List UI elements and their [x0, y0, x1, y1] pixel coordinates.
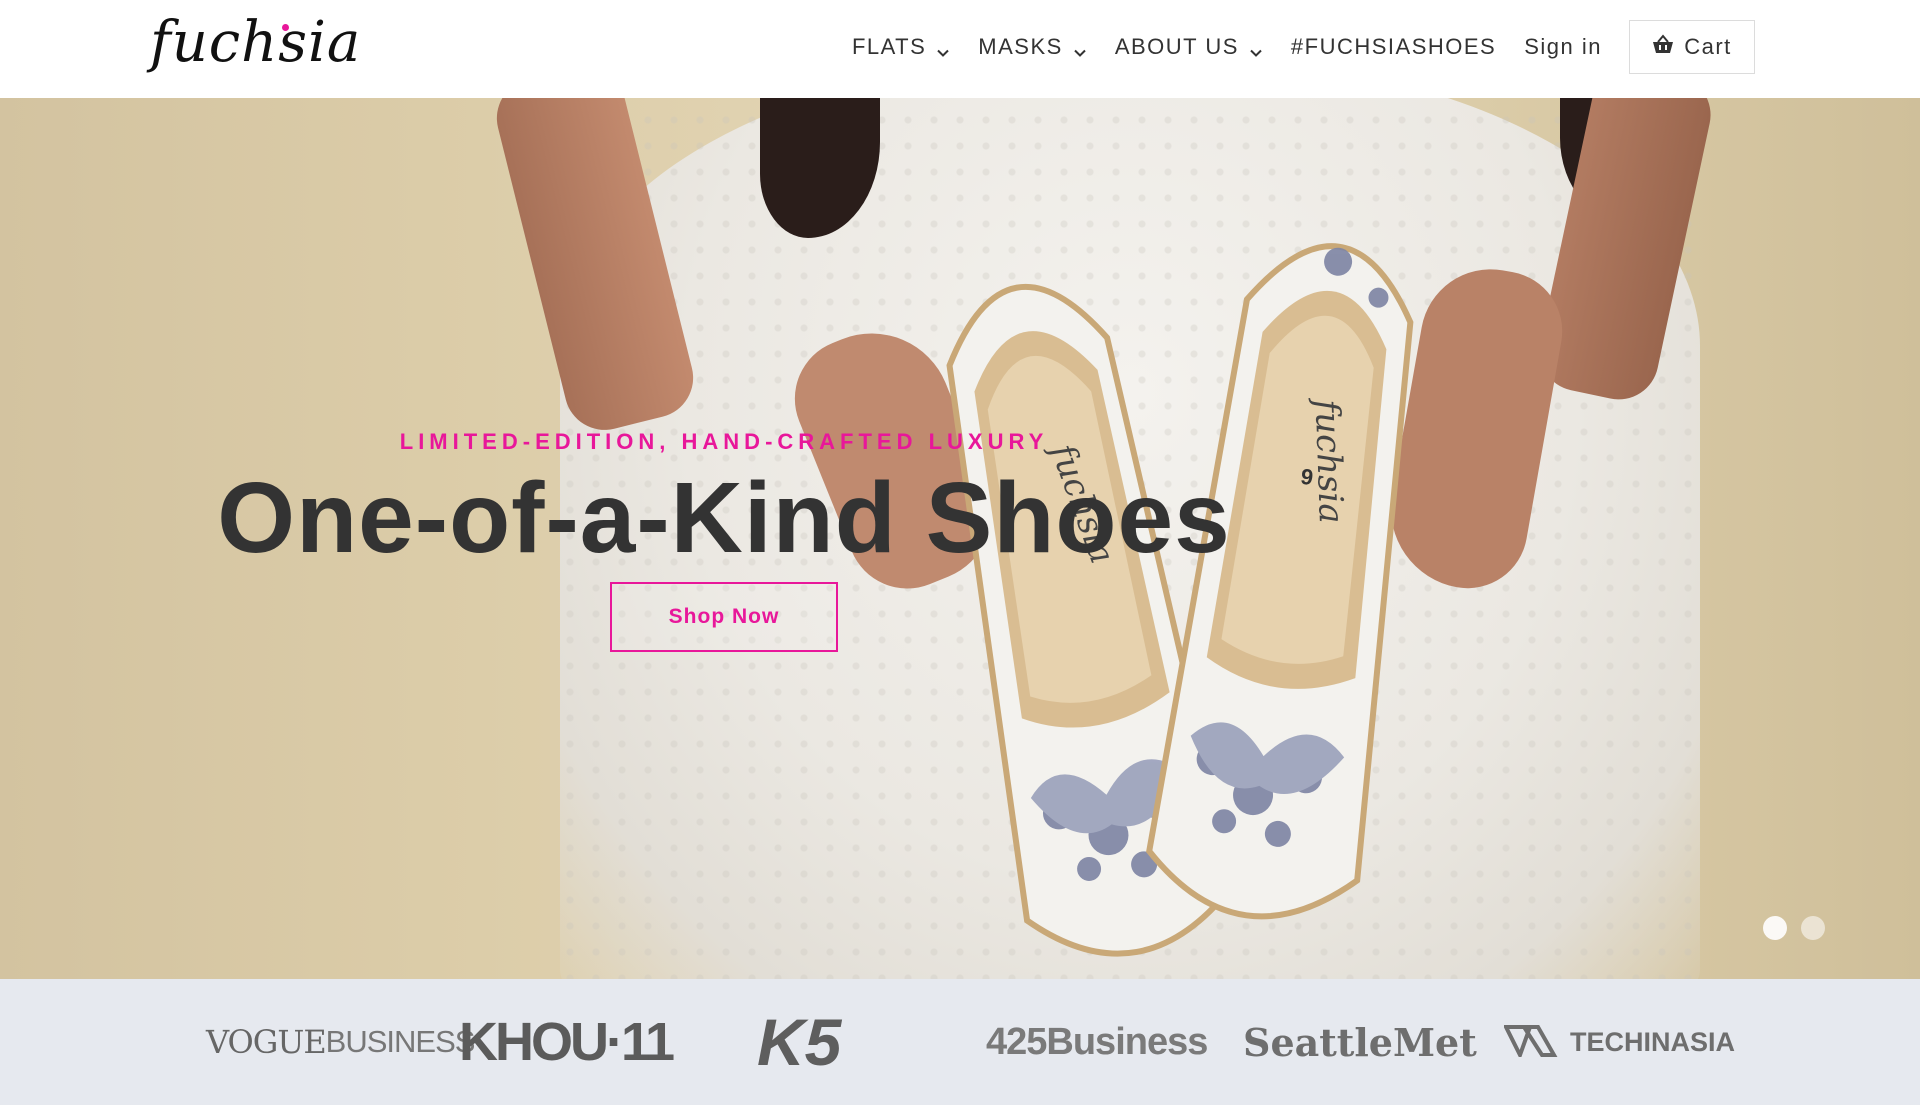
press-logo-name: KHOU: [459, 1012, 609, 1072]
press-logo-suffix: ·11: [606, 1012, 675, 1072]
nav-item-label: FLATS: [851, 34, 927, 59]
main-nav: FLATS MASKS ABOUT US #FUCHSIASHOES Sign …: [824, 0, 1755, 94]
press-logos-bar: VOGUE BUSINESS KHOU ·11 K5 425 Business Sea…: [0, 979, 1920, 1105]
nav-item-fuchsiashoes[interactable]: #FUCHSIASHOES: [1291, 34, 1496, 60]
press-logo-name: VOGUE: [206, 1023, 327, 1061]
nav-item-masks[interactable]: MASKS: [978, 34, 1087, 60]
site-header: fuchsia FLATS MASKS ABOUT US #FUCHSIASHO…: [0, 0, 1920, 98]
nav-item-label: #FUCHSIASHOES: [1290, 34, 1497, 59]
chevron-down-icon: [936, 40, 950, 57]
chevron-down-icon: [1249, 40, 1263, 57]
press-logo-name: TECHINASIA: [1570, 1026, 1736, 1057]
nav-item-label: Sign in: [1524, 34, 1602, 59]
carousel-dot-1[interactable]: [1763, 916, 1787, 940]
tech-in-asia-icon: [1502, 1021, 1562, 1064]
press-logo-name: SeattleMet: [1243, 1019, 1477, 1065]
nav-item-flats[interactable]: FLATS: [852, 34, 950, 60]
press-logo-suffix: BUSINESS: [325, 1024, 476, 1059]
brand-logo[interactable]: fuchsia: [150, 2, 360, 84]
logo-dot: [282, 24, 289, 31]
shop-now-button[interactable]: Shop Now: [610, 582, 838, 652]
hero-banner: fuchsia fuchsia 9 LIMITED-EDITION, HAND-…: [0, 98, 1920, 979]
cart-label: Cart: [1684, 34, 1732, 59]
hero-tagline: LIMITED-EDITION, HAND-CRAFTED LUXURY: [399, 429, 1049, 454]
press-logo-khou-11[interactable]: KHOU ·11: [459, 979, 675, 1105]
press-logo-suffix: Business: [1046, 1020, 1208, 1063]
press-logo-tech-in-asia[interactable]: TECHINASIA: [1502, 979, 1736, 1105]
cart-button[interactable]: Cart: [1629, 20, 1755, 74]
sign-in-link[interactable]: Sign in: [1524, 34, 1602, 60]
basket-icon: [1652, 34, 1674, 60]
nav-item-label: MASKS: [978, 34, 1063, 59]
nav-item-label: ABOUT US: [1114, 34, 1239, 59]
logo-text: fuchsia: [150, 10, 362, 75]
hero-headline: One-of-a-Kind Shoes: [217, 462, 1231, 574]
nav-item-about-us[interactable]: ABOUT US: [1115, 34, 1263, 60]
press-logo-425-business[interactable]: 425 Business: [986, 979, 1208, 1105]
press-logo-seattle-met[interactable]: SeattleMet: [1243, 979, 1477, 1105]
press-logo-name: 425: [986, 1020, 1047, 1063]
chevron-down-icon: [1073, 40, 1087, 57]
press-logo-name: K5: [757, 1005, 842, 1079]
carousel-dots: [1763, 916, 1825, 940]
press-logo-vogue-business[interactable]: VOGUE BUSINESS: [206, 979, 476, 1105]
press-logo-k5[interactable]: K5: [757, 979, 841, 1105]
carousel-dot-2[interactable]: [1801, 916, 1825, 940]
